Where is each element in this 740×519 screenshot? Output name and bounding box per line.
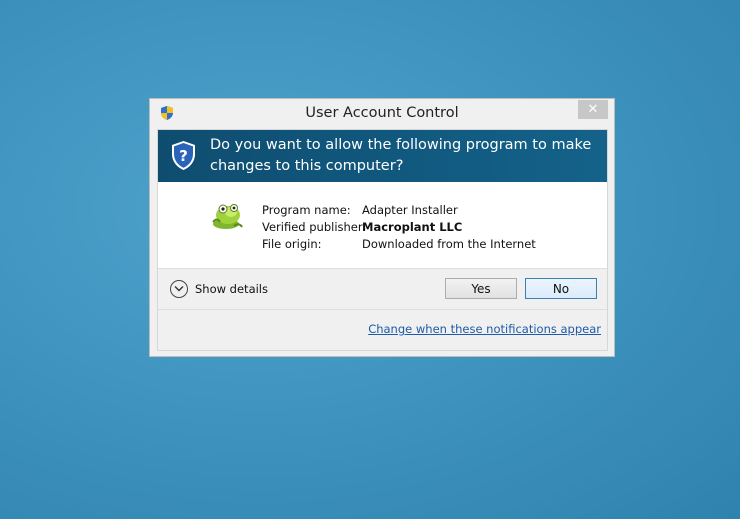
dialog-title: User Account Control <box>305 105 459 121</box>
footer: Change when these notifications appear <box>158 310 607 350</box>
shield-question-icon: ? <box>172 141 195 170</box>
svg-text:?: ? <box>179 147 188 165</box>
close-icon: ✕ <box>587 102 599 117</box>
change-notifications-link[interactable]: Change when these notifications appear <box>368 322 601 336</box>
publisher-row: Verified publisher:Macroplant LLC <box>262 219 536 236</box>
program-info: Program name: Adapter Installer Verified … <box>262 202 536 253</box>
origin-row: File origin: Downloaded from the Internet <box>262 236 536 253</box>
title-bar: User Account Control ✕ <box>150 99 614 127</box>
action-bar: Show details Yes No <box>158 268 607 310</box>
close-button[interactable]: ✕ <box>578 100 608 119</box>
program-details: Program name: Adapter Installer Verified … <box>158 182 607 268</box>
question-banner: ? Do you want to allow the following pro… <box>158 130 607 182</box>
publisher-value: Macroplant LLC <box>362 220 463 234</box>
dialog-content: ? Do you want to allow the following pro… <box>157 129 608 351</box>
no-button[interactable]: No <box>525 278 597 299</box>
publisher-label: Verified publisher: <box>262 220 367 234</box>
yes-button[interactable]: Yes <box>445 278 517 299</box>
program-name-label: Program name: <box>262 203 351 217</box>
show-details-label: Show details <box>195 282 268 296</box>
question-text: Do you want to allow the following progr… <box>210 137 592 174</box>
origin-label: File origin: <box>262 237 322 251</box>
chevron-down-circle-icon <box>170 280 188 298</box>
program-name-value: Adapter Installer <box>362 203 458 217</box>
uac-dialog: User Account Control ✕ ? Do you want to … <box>149 98 615 357</box>
origin-value: Downloaded from the Internet <box>362 237 536 251</box>
adapter-app-icon <box>212 204 243 229</box>
program-name-row: Program name: Adapter Installer <box>262 202 536 219</box>
